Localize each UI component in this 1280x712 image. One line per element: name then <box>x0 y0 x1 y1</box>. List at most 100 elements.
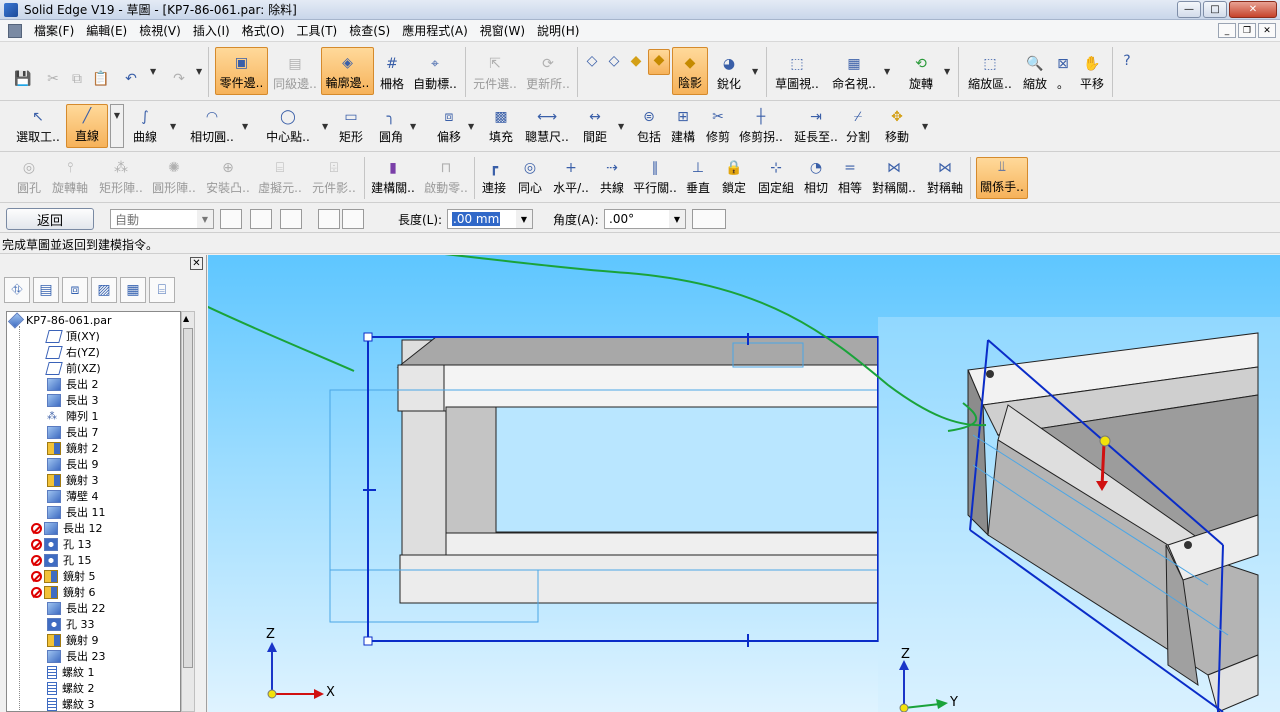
undo-button[interactable]: ↶ <box>120 49 142 93</box>
select-tool-button[interactable]: ↖ 選取工.. <box>14 104 62 148</box>
same-level-edge-button[interactable]: ▤ 同級邊.. <box>270 47 320 95</box>
fixed-group-button[interactable]: ⊹ 固定組 <box>756 155 796 199</box>
tree-item[interactable]: 鏡射 5 <box>31 568 96 584</box>
smart-dimension-button[interactable]: ⟷ 聰慧尺.. <box>524 104 570 148</box>
menu-applications[interactable]: 應用程式(A) <box>396 22 474 39</box>
symmetric-axis-button[interactable]: ⋈ 對稱軸 <box>924 155 966 199</box>
spacing-dropdown-icon[interactable]: ▼ <box>618 122 624 131</box>
scroll-up-icon[interactable]: ▲ <box>183 314 189 323</box>
angle-input[interactable]: .00° ▼ <box>604 209 686 229</box>
offset-button[interactable]: ⧈ 偏移 <box>434 104 464 148</box>
tree-item[interactable]: 長出 9 <box>47 456 99 472</box>
menu-view[interactable]: 檢視(V) <box>133 22 187 39</box>
return-button[interactable]: 返回 <box>6 208 94 230</box>
center-point-button[interactable]: ◯ 中心點.. <box>264 104 312 148</box>
length-input[interactable]: .00 mm ▼ <box>447 209 533 229</box>
tree-item[interactable]: ⁂ 陣列 1 <box>47 408 99 424</box>
copy-button[interactable]: ⧉ <box>66 49 88 93</box>
save-button[interactable]: 💾 <box>12 49 34 93</box>
menu-window[interactable]: 視窗(W) <box>474 22 531 39</box>
maximize-button[interactable]: □ <box>1203 1 1227 18</box>
tree-item[interactable]: 長出 11 <box>47 504 106 520</box>
menu-tools[interactable]: 工具(T) <box>291 22 344 39</box>
collinear-button[interactable]: ⇢ 共線 <box>598 155 626 199</box>
tab-feature-tree[interactable]: ⛗ <box>4 277 30 303</box>
offset-dropdown-icon[interactable]: ▼ <box>468 122 474 131</box>
tree-root[interactable]: KP7-86-061.par <box>7 312 112 329</box>
tree-item[interactable]: 長出 3 <box>47 392 99 408</box>
named-view-button[interactable]: ▦ 命名視.. <box>828 47 880 95</box>
tree-item[interactable]: 鏡射 2 <box>47 440 99 456</box>
connect-button[interactable]: ┏ 連接 <box>480 155 508 199</box>
tree-item[interactable]: 長出 23 <box>47 648 106 664</box>
rotate-dropdown-icon[interactable]: ▼ <box>944 67 950 76</box>
cut-button[interactable]: ✂ <box>42 49 64 93</box>
move-button[interactable]: ✥ 移動 <box>882 104 912 148</box>
grid-button[interactable]: # 柵格 <box>377 47 407 95</box>
tab-layers[interactable]: ▤ <box>33 277 59 303</box>
curve-button[interactable]: ∫ 曲線 <box>130 104 160 148</box>
rectangle-button[interactable]: ▭ 矩形 <box>338 104 364 148</box>
mount-boss-button[interactable]: ⊕ 安裝凸.. <box>204 155 252 199</box>
outline-edge-button[interactable]: ◈ 輪廓邊.. <box>321 47 374 95</box>
tree-scrollbar[interactable]: ▲ <box>181 311 195 712</box>
tree-item[interactable]: 長出 12 <box>31 520 103 536</box>
menu-format[interactable]: 格式(O) <box>236 22 291 39</box>
rotate-button[interactable]: ⟲ 旋轉 <box>904 47 938 95</box>
fit-button[interactable]: ⊠。 <box>1053 47 1073 95</box>
tree-item[interactable]: 長出 7 <box>47 424 99 440</box>
extend-button[interactable]: ⇥ 延長至.. <box>792 104 840 148</box>
line-button[interactable]: ╱ 直線 <box>66 104 108 148</box>
line-dropdown-icon[interactable]: ▼ <box>110 104 124 148</box>
circle-dropdown-icon[interactable]: ▼ <box>322 122 328 131</box>
top-view-button[interactable]: ◇ <box>604 49 624 75</box>
include-button[interactable]: ⊜ 包括 <box>634 104 664 148</box>
doc-restore-button[interactable]: ❐ <box>1238 23 1256 38</box>
tab-library[interactable]: ▦ <box>120 277 146 303</box>
tree-item[interactable]: 鏡射 6 <box>31 584 96 600</box>
move-dropdown-icon[interactable]: ▼ <box>922 122 928 131</box>
scroll-thumb[interactable] <box>183 328 193 668</box>
tree-item[interactable]: 鏡射 9 <box>47 632 99 648</box>
tree-item[interactable]: 頂(XY) <box>45 328 100 344</box>
element-shadow-button[interactable]: ⌹ 元件影.. <box>310 155 358 199</box>
tree-item[interactable]: 孔 15 <box>31 552 92 568</box>
relation-handle-button[interactable]: ⫫ 關係手.. <box>976 157 1028 199</box>
sharpen-dropdown-icon[interactable]: ▼ <box>752 67 758 76</box>
zoom-area-button[interactable]: ⬚ 縮放區.. <box>966 47 1014 95</box>
virtual-element-button[interactable]: ⌸ 虛擬元.. <box>258 155 302 199</box>
fill-button[interactable]: ▩ 填充 <box>486 104 516 148</box>
close-button[interactable]: ✕ <box>1229 1 1277 18</box>
startup-part-button[interactable]: ⊓ 啟動零.. <box>422 155 470 199</box>
graphics-viewport[interactable]: Z X Z Y <box>208 255 1280 712</box>
shading-button[interactable]: ◆ 陰影 <box>672 47 708 95</box>
minimize-button[interactable]: — <box>1177 1 1201 18</box>
rect-array-button[interactable]: ⁂ 矩形陣.. <box>98 155 144 199</box>
perpendicular-button[interactable]: ⊥ 垂直 <box>684 155 712 199</box>
equal-button[interactable]: = 相等 <box>836 155 864 199</box>
document-icon[interactable] <box>8 23 22 38</box>
tree-item[interactable]: 孔 33 <box>47 616 95 632</box>
wire-view-button[interactable]: ◆ <box>626 49 646 75</box>
split-button[interactable]: ⌿ 分割 <box>844 104 872 148</box>
fill-style-button[interactable] <box>220 209 242 229</box>
tree-item[interactable]: 螺紋 2 <box>47 680 95 696</box>
tree-item[interactable]: 鏡射 3 <box>47 472 99 488</box>
part-edge-button[interactable]: ▣ 零件邊.. <box>215 47 268 95</box>
trim-button[interactable]: ✂ 修剪 <box>704 104 732 148</box>
trim-corner-button[interactable]: ┼ 修剪拐.. <box>738 104 784 148</box>
menu-insert[interactable]: 插入(I) <box>187 22 236 39</box>
element-select-button[interactable]: ⇱ 元件選.. <box>470 47 520 95</box>
auto-mark-button[interactable]: ⌖ 自動標.. <box>411 47 459 95</box>
fillet-dropdown-icon[interactable]: ▼ <box>410 122 416 131</box>
tab-sketches[interactable]: ▨ <box>91 277 117 303</box>
doc-minimize-button[interactable]: _ <box>1218 23 1236 38</box>
line-mode-button[interactable] <box>318 209 340 229</box>
mode-select[interactable]: 自動 ▼ <box>110 209 214 229</box>
tangent-arc-button[interactable]: ◠ 相切圓.. <box>188 104 236 148</box>
sharpen-button[interactable]: ◕ 銳化 <box>712 47 746 95</box>
circ-array-button[interactable]: ✺ 圓形陣.. <box>150 155 198 199</box>
curve-dropdown-icon[interactable]: ▼ <box>170 122 176 131</box>
construct-relation-button[interactable]: ▮ 建構關.. <box>370 155 416 199</box>
undo-dropdown-icon[interactable]: ▼ <box>150 67 156 76</box>
